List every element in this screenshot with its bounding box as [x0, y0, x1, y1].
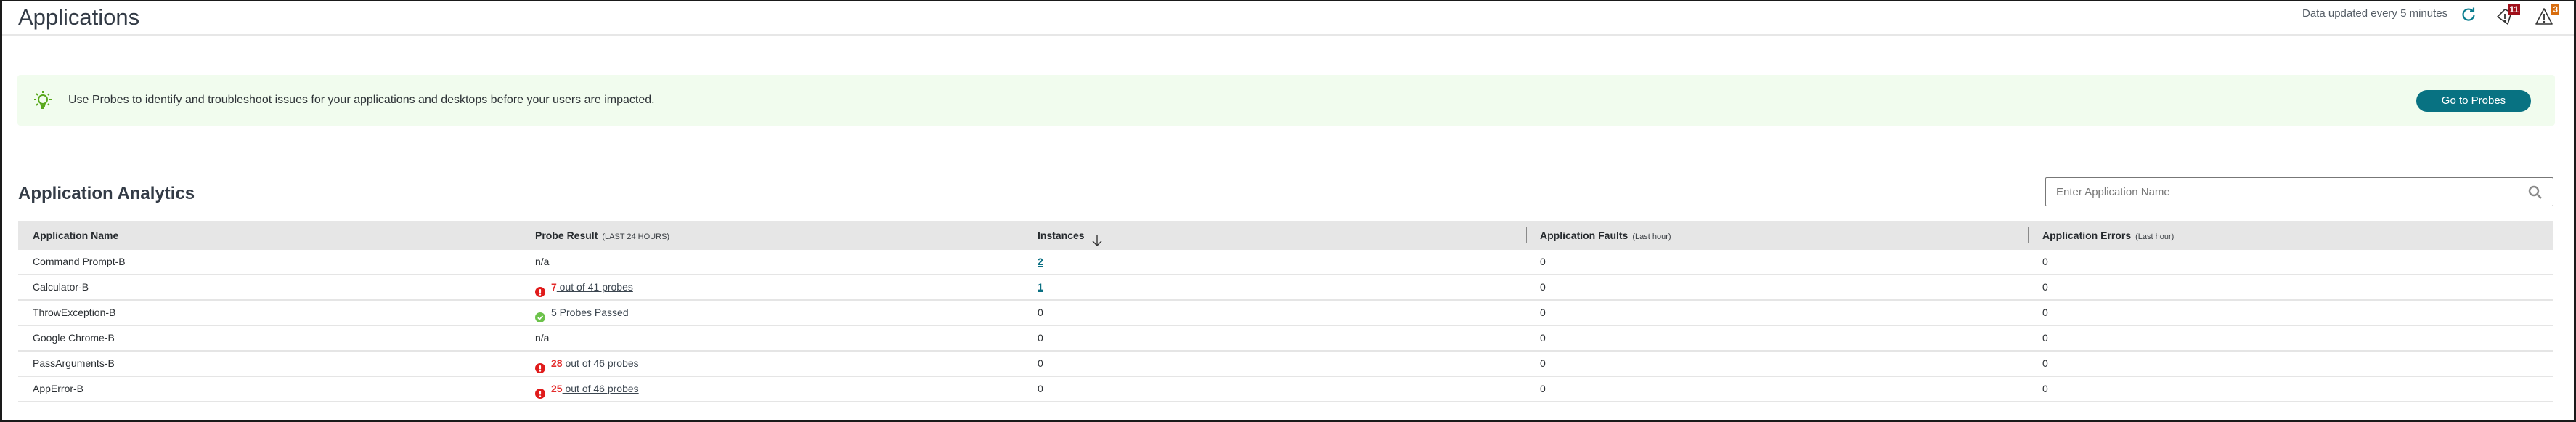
warnings-notification-button[interactable]: 3: [2535, 4, 2561, 26]
instances-value: 0: [1038, 357, 1043, 369]
application-errors-value: 0: [2042, 256, 2048, 267]
table-row[interactable]: ThrowException-B 5 Probes Passed 0 0 0: [18, 301, 2553, 326]
lightbulb-icon: [33, 89, 53, 111]
probe-pass-icon: [535, 307, 545, 322]
refresh-icon[interactable]: [2461, 7, 2477, 23]
instances-cell: 0: [1038, 301, 1043, 325]
probe-result-text: n/a: [535, 332, 550, 344]
instances-cell: 2: [1038, 250, 1043, 274]
table-row[interactable]: Google Chrome-B n/a 0 0 0: [18, 326, 2553, 352]
table-row[interactable]: Command Prompt-B n/a 2 0 0: [18, 250, 2553, 275]
instances-cell: 0: [1038, 377, 1043, 401]
application-faults-value: 0: [1540, 383, 1546, 394]
application-faults-value: 0: [1540, 332, 1546, 344]
instances-cell: 0: [1038, 326, 1043, 350]
probe-result-cell: 28 out of 46 probes: [535, 352, 639, 376]
application-name[interactable]: Command Prompt-B: [33, 250, 126, 274]
table-row[interactable]: PassArguments-B 28 out of 46 probes 0 0 0: [18, 352, 2553, 377]
application-name[interactable]: PassArguments-B: [33, 352, 115, 376]
instances-value: 0: [1038, 332, 1043, 344]
warnings-count-badge: 3: [2551, 4, 2559, 15]
application-name[interactable]: AppError-B: [33, 377, 83, 401]
probe-result-link[interactable]: out of 46 probes: [563, 383, 638, 394]
application-name[interactable]: ThrowException-B: [33, 301, 115, 325]
probe-result-cell: n/a: [535, 326, 549, 350]
probe-result-cell: 5 Probes Passed: [535, 301, 629, 325]
probe-fail-icon: [535, 282, 545, 297]
probe-fail-count: 28: [551, 357, 563, 369]
application-errors-value: 0: [2042, 357, 2048, 369]
probe-result-link[interactable]: 5 Probes Passed: [551, 307, 629, 318]
application-faults-value: 0: [1540, 357, 1546, 369]
column-resize-handle[interactable]: [2028, 227, 2029, 243]
data-update-text: Data updated every 5 minutes: [2302, 7, 2448, 20]
go-to-probes-button[interactable]: Go to Probes: [2416, 90, 2531, 112]
application-errors-value: 0: [2042, 383, 2048, 394]
application-errors-value: 0: [2042, 332, 2048, 344]
instances-link[interactable]: 1: [1038, 281, 1043, 293]
sort-descending-icon[interactable]: [1091, 229, 1104, 246]
application-faults-value: 0: [1540, 281, 1546, 293]
probe-result-link[interactable]: out of 46 probes: [563, 357, 638, 369]
probe-fail-count: 25: [551, 383, 563, 394]
alerts-notification-button[interactable]: 11: [2495, 4, 2522, 26]
column-header-application-errors[interactable]: Application Errors (Last hour): [2042, 221, 2174, 250]
probe-result-cell: 25 out of 46 probes: [535, 377, 639, 401]
column-resize-handle[interactable]: [1526, 227, 1527, 243]
banner-message: Use Probes to identify and troubleshoot …: [68, 94, 655, 106]
instances-cell: 1: [1038, 275, 1043, 299]
column-header-probe-result[interactable]: Probe Result (LAST 24 HOURS): [535, 221, 669, 250]
application-errors-value: 0: [2042, 307, 2048, 318]
column-header-application-name[interactable]: Application Name: [33, 221, 118, 250]
section-title: Application Analytics: [18, 184, 195, 203]
table-row[interactable]: AppError-B 25 out of 46 probes 0 0 0: [18, 377, 2553, 402]
page-header: Applications Data updated every 5 minute…: [2, 0, 2574, 36]
application-name[interactable]: Calculator-B: [33, 275, 89, 299]
application-search-input[interactable]: [2056, 184, 2521, 200]
column-header-application-faults[interactable]: Application Faults (Last hour): [1540, 221, 1671, 250]
application-faults-value: 0: [1540, 307, 1546, 318]
probe-fail-icon: [535, 358, 545, 373]
table-body: Command Prompt-B n/a 2 0 0 Calculator-B 7 out …: [18, 250, 2553, 402]
probe-result-link[interactable]: out of 41 probes: [557, 281, 633, 293]
probe-result-cell: 7 out of 41 probes: [535, 275, 633, 299]
probe-result-cell: n/a: [535, 250, 549, 274]
table-row[interactable]: Calculator-B 7 out of 41 probes 1 0 0: [18, 275, 2553, 301]
application-faults-value: 0: [1540, 256, 1546, 267]
instances-link[interactable]: 2: [1038, 256, 1043, 267]
instances-value: 0: [1038, 383, 1043, 394]
application-name[interactable]: Google Chrome-B: [33, 326, 115, 350]
search-icon[interactable]: [2528, 185, 2543, 200]
table-header: Application Name Probe Result (LAST 24 HO…: [18, 221, 2553, 250]
application-errors-value: 0: [2042, 281, 2048, 293]
applications-table: Application Name Probe Result (LAST 24 HO…: [18, 221, 2553, 402]
probe-fail-count: 7: [551, 281, 557, 293]
probe-fail-icon: [535, 384, 545, 399]
application-search: [2045, 177, 2553, 206]
probe-result-text: n/a: [535, 256, 550, 267]
column-header-instances[interactable]: Instances: [1038, 221, 1104, 250]
probes-banner: Use Probes to identify and troubleshoot …: [17, 75, 2555, 126]
alerts-count-badge: 11: [2508, 4, 2520, 15]
instances-value: 0: [1038, 307, 1043, 318]
page-title: Applications: [18, 4, 140, 30]
instances-cell: 0: [1038, 352, 1043, 376]
